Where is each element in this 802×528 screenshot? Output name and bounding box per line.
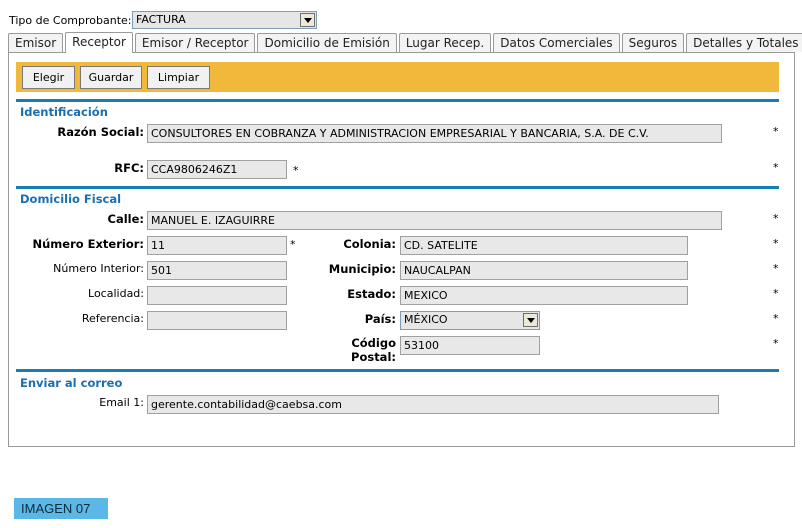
pais-select[interactable]: MÉXICO <box>400 311 540 330</box>
colonia-label: Colonia: <box>343 237 396 251</box>
required-mark: * <box>773 262 779 275</box>
pais-label: País: <box>364 312 396 326</box>
required-mark: * <box>773 237 779 250</box>
codigo-postal-label-2: Postal: <box>351 350 396 364</box>
razon-social-label: Razón Social: <box>57 125 144 139</box>
tab-receptor[interactable]: Receptor <box>65 32 133 53</box>
email-1-field[interactable]: gerente.contabilidad@caebsa.com <box>147 395 719 414</box>
localidad-field[interactable] <box>147 286 287 305</box>
required-mark: * <box>773 125 779 138</box>
numero-interior-field[interactable]: 501 <box>147 261 287 280</box>
chevron-down-icon[interactable] <box>523 313 538 327</box>
codigo-postal-label: Código <box>351 336 396 350</box>
municipio-label: Municipio: <box>328 262 396 276</box>
estado-field[interactable]: MEXICO <box>400 286 688 305</box>
numero-exterior-field[interactable]: 11 <box>147 236 287 255</box>
section-divider <box>16 99 779 102</box>
section-divider <box>16 369 779 372</box>
guardar-button[interactable]: Guardar <box>80 66 142 89</box>
tipo-comprobante-select[interactable]: FACTURA <box>132 11 317 29</box>
tab-detalles-totales[interactable]: Detalles y Totales <box>686 33 802 52</box>
required-mark: * <box>773 287 779 300</box>
email-1-label: Email 1: <box>99 396 144 409</box>
referencia-field[interactable] <box>147 311 287 330</box>
municipio-field[interactable]: NAUCALPAN <box>400 261 688 280</box>
pais-value: MÉXICO <box>404 313 448 326</box>
tab-seguros[interactable]: Seguros <box>621 33 685 52</box>
limpiar-button[interactable]: Limpiar <box>147 66 210 89</box>
required-mark: * <box>290 238 296 251</box>
numero-interior-label: Número Interior: <box>53 262 144 275</box>
section-enviar-correo: Enviar al correo <box>20 376 123 390</box>
colonia-field[interactable]: CD. SATELITE <box>400 236 688 255</box>
required-mark: * <box>773 312 779 325</box>
required-mark: * <box>773 161 779 174</box>
imagen-caption: IMAGEN 07 <box>14 498 108 519</box>
section-identificacion: Identificación <box>20 105 108 119</box>
rfc-label: RFC: <box>114 161 144 175</box>
calle-label: Calle: <box>107 212 144 226</box>
referencia-label: Referencia: <box>81 312 144 325</box>
tab-emisor-receptor[interactable]: Emisor / Receptor <box>134 33 256 52</box>
numero-exterior-label: Número Exterior: <box>32 237 144 251</box>
chevron-down-icon[interactable] <box>300 13 315 27</box>
razon-social-field[interactable]: CONSULTORES EN COBRANZA Y ADMINISTRACION… <box>147 124 722 143</box>
required-mark: * <box>293 164 299 177</box>
rfc-field[interactable]: CCA9806246Z1 <box>147 160 287 179</box>
estado-label: Estado: <box>347 287 396 301</box>
tab-emisor[interactable]: Emisor <box>8 33 64 52</box>
tab-domicilio-emision[interactable]: Domicilio de Emisión <box>257 33 397 52</box>
tipo-comprobante-value: FACTURA <box>136 13 186 26</box>
required-mark: * <box>773 337 779 350</box>
localidad-label: Localidad: <box>88 287 144 300</box>
tipo-comprobante-label: Tipo de Comprobante: <box>9 14 132 27</box>
section-divider <box>16 186 779 189</box>
required-mark: * <box>773 212 779 225</box>
tab-datos-comerciales[interactable]: Datos Comerciales <box>493 33 620 52</box>
tab-bar: Emisor Receptor Emisor / Receptor Domici… <box>8 32 802 53</box>
tab-lugar-recep[interactable]: Lugar Recep. <box>398 33 492 52</box>
calle-field[interactable]: MANUEL E. IZAGUIRRE <box>147 211 722 230</box>
codigo-postal-field[interactable]: 53100 <box>400 336 540 355</box>
section-domicilio-fiscal: Domicilio Fiscal <box>20 192 122 206</box>
elegir-button[interactable]: Elegir <box>22 66 75 89</box>
